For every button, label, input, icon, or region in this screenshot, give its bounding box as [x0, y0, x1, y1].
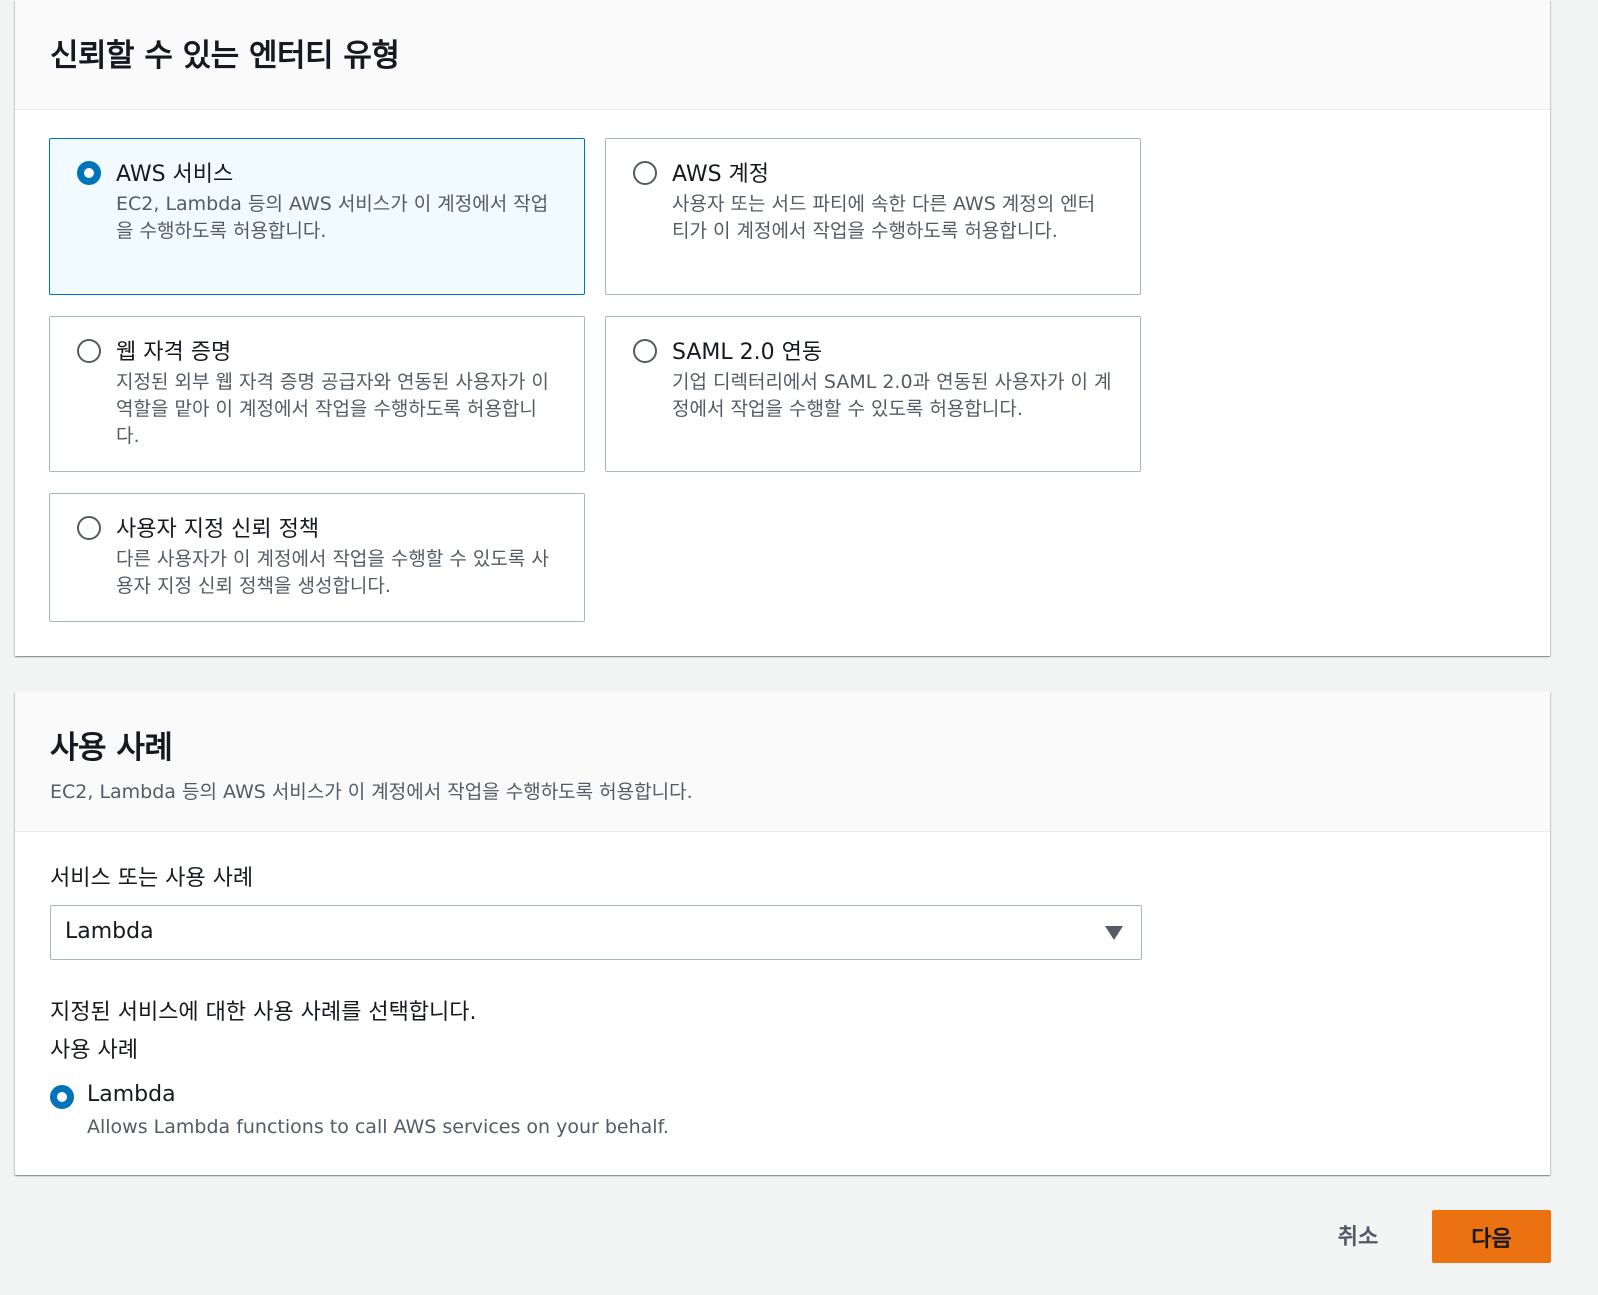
radio-saml-federation[interactable] — [633, 339, 657, 363]
trusted-entity-panel-header: 신뢰할 수 있는 엔터티 유형 — [15, 0, 1550, 110]
tile-aws-account-title: AWS 계정 — [672, 162, 770, 187]
cancel-button[interactable]: 취소 — [1318, 1212, 1398, 1258]
use-case-lambda-desc: Allows Lambda functions to call AWS serv… — [87, 1116, 669, 1138]
trusted-entity-type-panel: 신뢰할 수 있는 엔터티 유형 AWS 서비스 EC2, Lambda 등의 A… — [15, 0, 1550, 656]
tile-web-identity-desc: 지정된 외부 웹 자격 증명 공급자와 연동된 사용자가 이 역할을 맡아 이 … — [116, 371, 549, 447]
tile-aws-service-desc: EC2, Lambda 등의 AWS 서비스가 이 계정에서 작업을 수행하도록… — [116, 193, 549, 242]
tile-custom-trust-policy[interactable]: 사용자 지정 신뢰 정책 다른 사용자가 이 계정에서 작업을 수행할 수 있도… — [49, 493, 585, 622]
tile-custom-trust-policy-title: 사용자 지정 신뢰 정책 — [116, 517, 320, 542]
radio-custom-trust-policy[interactable] — [77, 516, 101, 540]
tile-aws-account[interactable]: AWS 계정 사용자 또는 서드 파티에 속한 다른 AWS 계정의 엔터티가 … — [605, 138, 1141, 295]
tile-aws-service[interactable]: AWS 서비스 EC2, Lambda 등의 AWS 서비스가 이 계정에서 작… — [49, 138, 585, 295]
tile-saml-federation[interactable]: SAML 2.0 연동 기업 디렉터리에서 SAML 2.0과 연동된 사용자가… — [605, 316, 1141, 472]
use-case-radio-group-label: 사용 사례 — [50, 1038, 138, 1063]
use-case-panel-header: 사용 사례 EC2, Lambda 등의 AWS 서비스가 이 계정에서 작업을… — [15, 692, 1550, 832]
caret-down-icon — [1105, 926, 1123, 940]
use-case-lambda-label[interactable]: Lambda — [87, 1082, 176, 1107]
tile-aws-account-desc: 사용자 또는 서드 파티에 속한 다른 AWS 계정의 엔터티가 이 계정에서 … — [672, 193, 1096, 242]
radio-web-identity[interactable] — [77, 339, 101, 363]
next-button[interactable]: 다음 — [1432, 1210, 1551, 1263]
service-use-case-select[interactable]: Lambda — [50, 905, 1142, 960]
use-case-helper-text: 지정된 서비스에 대한 사용 사례를 선택합니다. — [50, 1000, 477, 1025]
radio-aws-account[interactable] — [633, 161, 657, 185]
tile-saml-federation-desc: 기업 디렉터리에서 SAML 2.0과 연동된 사용자가 이 계정에서 작업을 … — [672, 371, 1112, 420]
service-select-value: Lambda — [65, 919, 154, 944]
service-select-label: 서비스 또는 사용 사례 — [50, 866, 254, 891]
tile-custom-trust-policy-desc: 다른 사용자가 이 계정에서 작업을 수행할 수 있도록 사용자 지정 신뢰 정… — [116, 548, 549, 597]
trusted-entity-heading: 신뢰할 수 있는 엔터티 유형 — [50, 38, 400, 74]
tile-web-identity-title: 웹 자격 증명 — [116, 340, 232, 365]
use-case-panel: 사용 사례 EC2, Lambda 등의 AWS 서비스가 이 계정에서 작업을… — [15, 692, 1550, 1175]
use-case-description: EC2, Lambda 등의 AWS 서비스가 이 계정에서 작업을 수행하도록… — [50, 781, 693, 803]
use-case-heading: 사용 사례 — [50, 730, 173, 766]
tile-web-identity[interactable]: 웹 자격 증명 지정된 외부 웹 자격 증명 공급자와 연동된 사용자가 이 역… — [49, 316, 585, 472]
radio-use-case-lambda[interactable] — [50, 1085, 74, 1109]
radio-aws-service[interactable] — [77, 161, 101, 185]
tile-aws-service-title: AWS 서비스 — [116, 162, 234, 187]
tile-saml-federation-title: SAML 2.0 연동 — [672, 340, 823, 365]
